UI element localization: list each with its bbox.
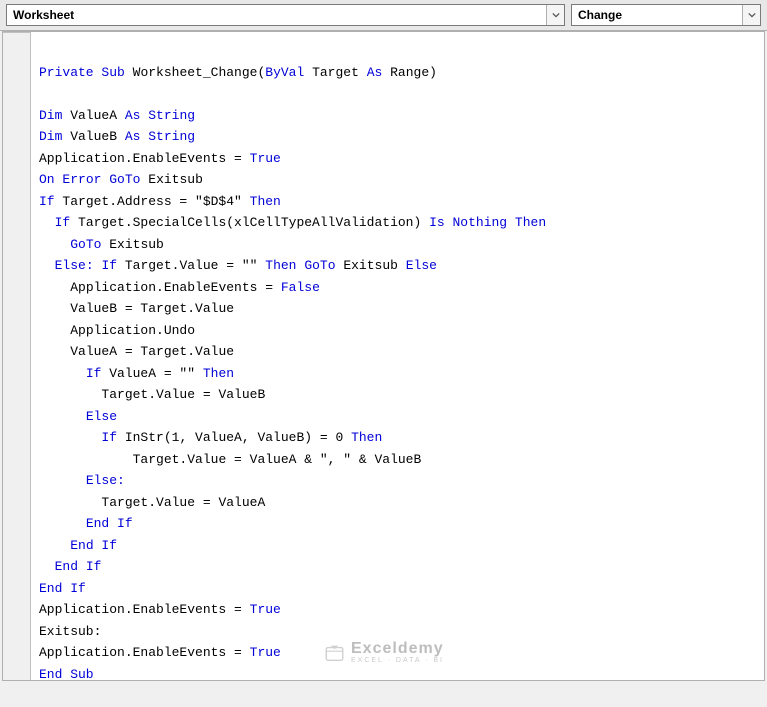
code-line: On Error GoTo Exitsub	[39, 172, 203, 187]
code-line: GoTo Exitsub	[39, 237, 164, 252]
code-line: End If	[39, 559, 101, 574]
code-line: Target.Value = ValueB	[39, 387, 265, 402]
code-line: End Sub	[39, 667, 94, 682]
code-line: Private Sub Worksheet_Change(ByVal Targe…	[39, 65, 437, 80]
chevron-down-icon	[742, 5, 760, 25]
code-line: Dim ValueA As String	[39, 108, 195, 123]
code-line: If InStr(1, ValueA, ValueB) = 0 Then	[39, 430, 382, 445]
code-line: Else:	[39, 473, 125, 488]
code-line: Application.EnableEvents = True	[39, 602, 281, 617]
code-line: End If	[39, 538, 117, 553]
code-line: Target.Value = ValueA & ", " & ValueB	[39, 452, 421, 467]
code-line: End If	[39, 516, 133, 531]
code-line: ValueB = Target.Value	[39, 301, 234, 316]
code-line: If Target.Address = "$D$4" Then	[39, 194, 281, 209]
code-content: Private Sub Worksheet_Change(ByVal Targe…	[31, 32, 546, 680]
code-line: Application.EnableEvents = True	[39, 151, 281, 166]
code-line: Else	[39, 409, 117, 424]
object-combobox-value: Worksheet	[7, 8, 546, 22]
code-line: Dim ValueB As String	[39, 129, 195, 144]
code-line: Application.EnableEvents = True	[39, 645, 281, 660]
header-bar: Worksheet Change	[0, 0, 767, 31]
code-editor[interactable]: Private Sub Worksheet_Change(ByVal Targe…	[2, 31, 765, 681]
procedure-combobox-value: Change	[572, 8, 742, 22]
procedure-combobox[interactable]: Change	[571, 4, 761, 26]
code-line: Exitsub:	[39, 624, 101, 639]
chevron-down-icon	[546, 5, 564, 25]
code-line: Application.EnableEvents = False	[39, 280, 320, 295]
code-line: ValueA = Target.Value	[39, 344, 234, 359]
code-line: Else: If Target.Value = "" Then GoTo Exi…	[39, 258, 437, 273]
code-line: Target.Value = ValueA	[39, 495, 265, 510]
code-line: If ValueA = "" Then	[39, 366, 234, 381]
gutter	[3, 32, 31, 680]
code-line: End If	[39, 581, 86, 596]
object-combobox[interactable]: Worksheet	[6, 4, 565, 26]
code-line: If Target.SpecialCells(xlCellTypeAllVali…	[39, 215, 546, 230]
code-line: Application.Undo	[39, 323, 195, 338]
